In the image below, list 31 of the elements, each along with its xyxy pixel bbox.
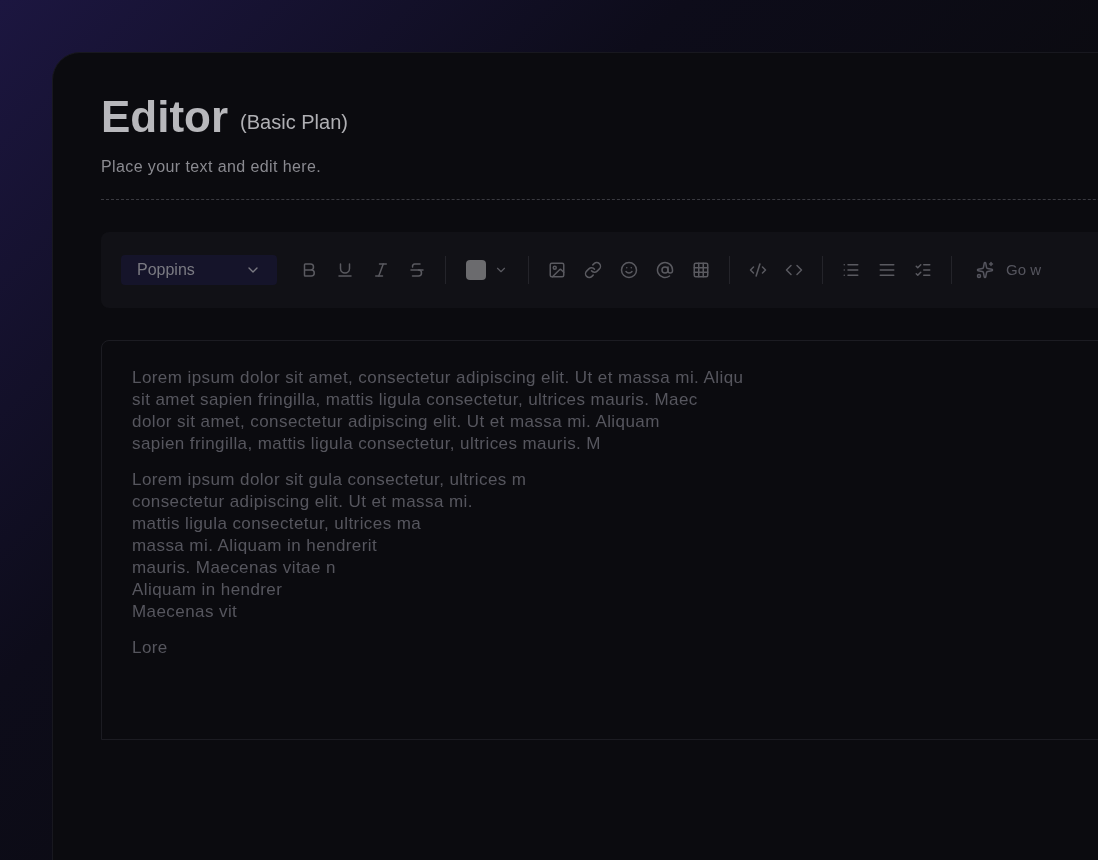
- page-title: Editor: [101, 95, 229, 139]
- text-line: Lorem ipsum dolor sit gula consectetur, ultrices m: [132, 469, 528, 491]
- text-line: sit amet sapien fringilla, mattis ligula consectetur, ultrices mauris. Maec: [132, 389, 699, 411]
- text-line: consectetur adipiscing elit. Ut et massa mi.: [132, 491, 474, 513]
- font-select[interactable]: Poppins: [121, 255, 277, 285]
- align-justify-icon: [878, 261, 896, 279]
- link-icon: [584, 261, 602, 279]
- text-line: massa mi. Aliquam in hendrerit: [132, 535, 379, 557]
- text-line: dolor sit amet, consectetur adipiscing elit. Ut et massa mi. Aliquam: [132, 411, 661, 433]
- sparkle-icon: [976, 261, 994, 279]
- page-subtitle: Place your text and edit here.: [101, 157, 323, 177]
- text-line: mauris. Maecenas vitae n: [132, 557, 337, 579]
- code-block-icon: [749, 261, 767, 279]
- bullet-list-icon: [842, 261, 860, 279]
- text-line: Lore: [132, 637, 169, 659]
- ai-write-button[interactable]: Go w: [964, 254, 1053, 286]
- text-line: Maecenas vit: [132, 601, 239, 623]
- text-line: Lorem ipsum dolor sit amet, consectetur adipiscing elit. Ut et massa mi. Aliqu: [132, 367, 745, 389]
- color-swatch: [466, 260, 486, 280]
- underline-icon: [336, 261, 354, 279]
- text-line: mattis ligula consectetur, ultrices ma: [132, 513, 423, 535]
- checklist-icon: [914, 261, 932, 279]
- table-icon: [692, 261, 710, 279]
- plan-label: (Basic Plan): [240, 110, 348, 135]
- at-sign-icon: [656, 261, 674, 279]
- text-line: Aliquam in hendrer: [132, 579, 284, 601]
- text-line: sapien fringilla, mattis ligula consectetur, ultrices mauris. M: [132, 433, 602, 455]
- image-icon: [548, 261, 566, 279]
- italic-icon: [372, 261, 390, 279]
- strikethrough-icon: [408, 261, 426, 279]
- smiley-icon: [620, 261, 638, 279]
